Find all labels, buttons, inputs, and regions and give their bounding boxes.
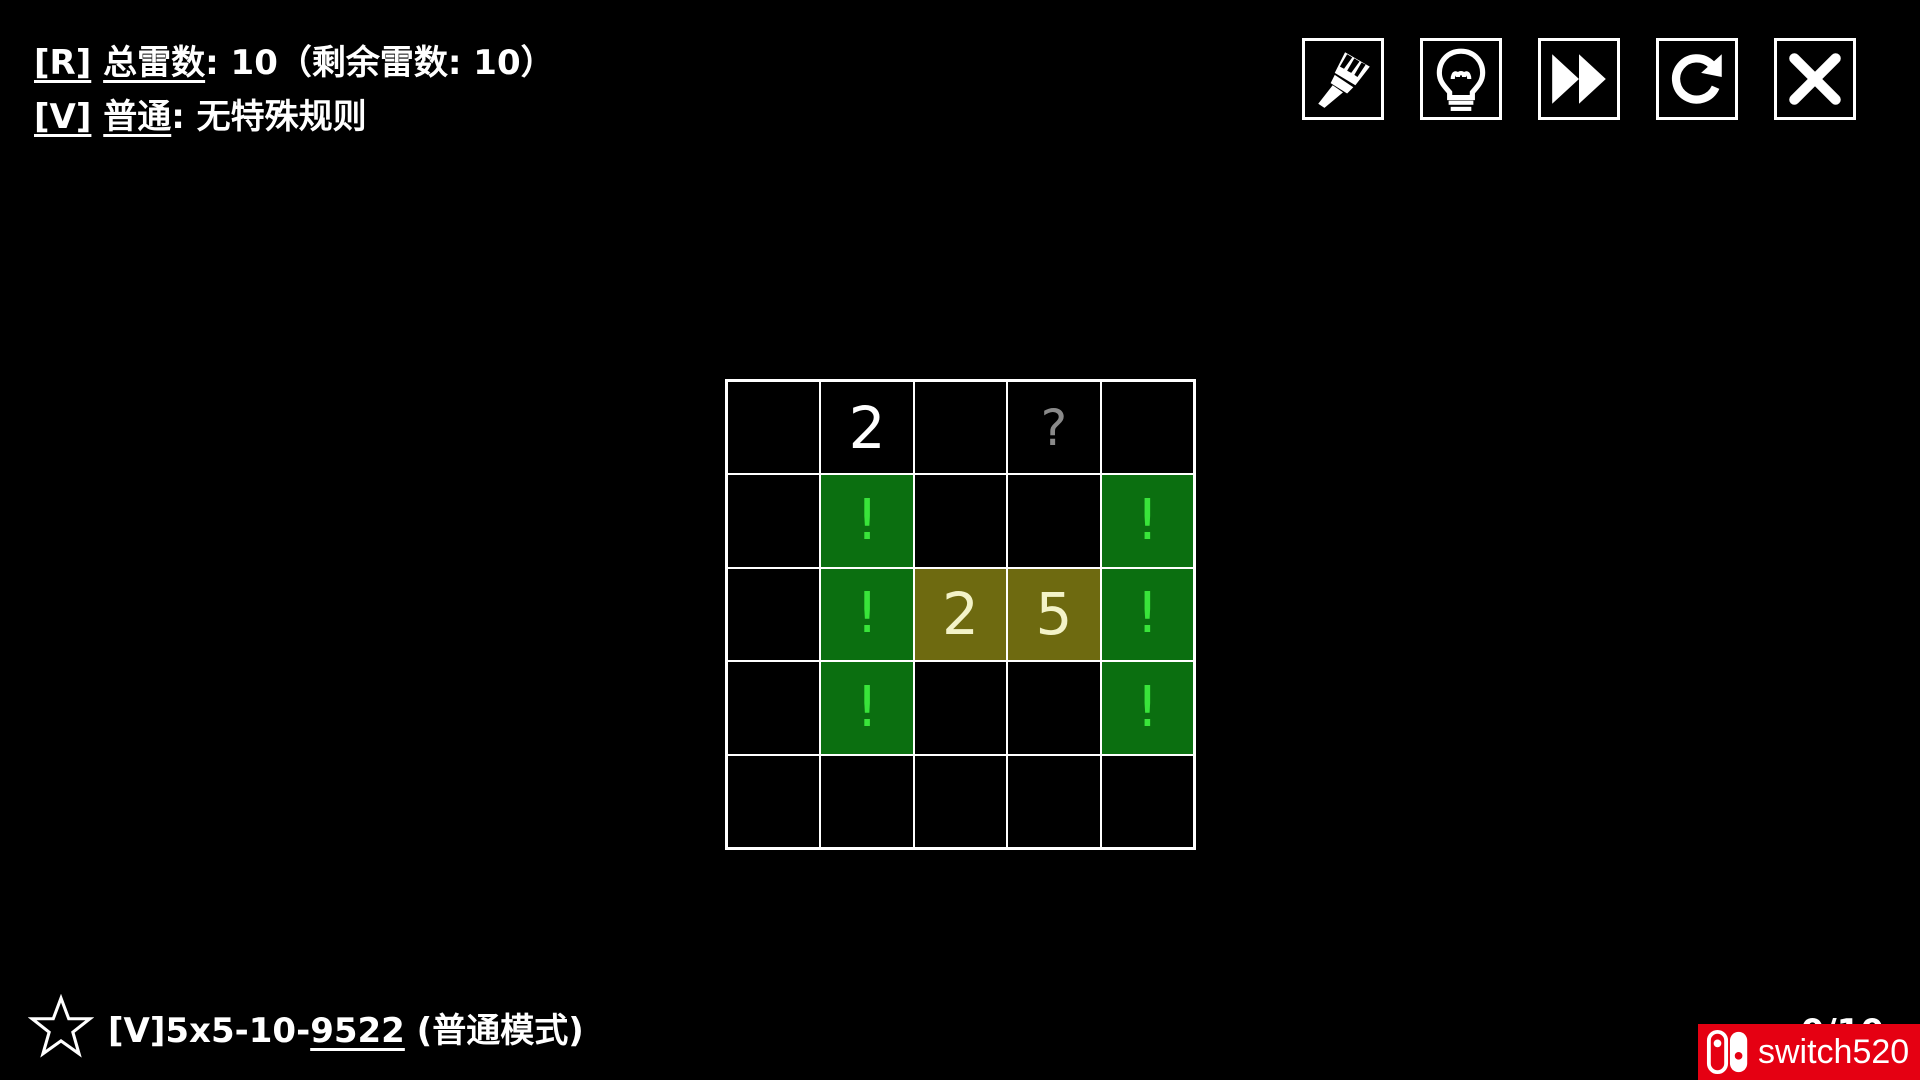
board-cell-1-4[interactable]: ! [1100, 474, 1194, 568]
board-cell-1-2[interactable] [913, 474, 1008, 568]
footer: [V]5x5-10-9522 (普通模式) [28, 994, 584, 1060]
board-cell-0-4[interactable] [1100, 381, 1194, 475]
board-cell-1-0[interactable] [727, 474, 821, 568]
watermark-logo: switch520 [1698, 1024, 1920, 1080]
minesweeper-board: 2?!!! 2 5!!! [725, 379, 1196, 850]
skip-button[interactable] [1538, 38, 1620, 120]
level-id[interactable]: 9522 [310, 1011, 405, 1051]
rule-line: [V] 普通: 无特殊规则 [34, 90, 555, 144]
board-cell-4-0[interactable] [727, 754, 821, 848]
level-name: [V]5x5-10-9522 (普通模式) [108, 1003, 584, 1052]
close-button[interactable] [1774, 38, 1856, 120]
console-icon [1706, 1029, 1748, 1075]
board-cell-2-2[interactable]: 2 [913, 567, 1008, 662]
close-icon [1789, 53, 1841, 105]
board-cell-3-1[interactable]: ! [820, 661, 914, 755]
board-cell-2-3[interactable]: 5 [1007, 567, 1101, 662]
mine-count-label: 总雷数 [103, 43, 206, 83]
board-cell-2-4[interactable]: ! [1100, 567, 1194, 662]
board-cell-4-3[interactable] [1007, 754, 1101, 848]
fast-forward-icon [1552, 54, 1606, 104]
rules-info: [R] 总雷数: 10（剩余雷数: 10） [V] 普通: 无特殊规则 [34, 36, 555, 144]
board-cell-1-1[interactable]: ! [820, 474, 914, 568]
hint-button[interactable] [1420, 38, 1502, 120]
toolbar [1302, 38, 1856, 120]
level-prefix: [V]5x5-10- [108, 1010, 311, 1051]
refresh-icon [1671, 54, 1722, 104]
board-cell-2-0[interactable] [727, 567, 821, 662]
board-cell-3-2[interactable] [913, 661, 1008, 755]
board-cell-2-1[interactable]: ! [820, 567, 914, 662]
board-cell-4-4[interactable] [1100, 754, 1194, 848]
favorite-star-icon[interactable] [28, 994, 94, 1060]
board-cell-0-1[interactable]: 2 [820, 381, 914, 475]
board-cell-0-0[interactable] [727, 381, 821, 475]
rule-key[interactable]: [V] [34, 97, 91, 137]
watermark-text: switch520 [1758, 1032, 1910, 1071]
board-cell-4-1[interactable] [820, 754, 914, 848]
board-cell-0-3[interactable]: ? [1007, 381, 1101, 475]
game-screen: [R] 总雷数: 10（剩余雷数: 10） [V] 普通: 无特殊规则 2 ? … [0, 0, 1920, 1080]
board-cell-3-4[interactable]: ! [1100, 661, 1194, 755]
brush-button[interactable] [1302, 38, 1384, 120]
brush-icon [1318, 52, 1370, 108]
rule-label: 普通 [103, 97, 172, 137]
level-mode: (普通模式) [404, 1010, 584, 1051]
board-cell-1-3[interactable] [1007, 474, 1101, 568]
mine-count-key[interactable]: [R] [34, 43, 91, 83]
board-cell-3-0[interactable] [727, 661, 821, 755]
board-cell-4-2[interactable] [913, 754, 1008, 848]
mine-count-text: : 10（剩余雷数: 10） [205, 43, 555, 83]
board-cell-0-2[interactable] [913, 381, 1008, 475]
board-cell-3-3[interactable] [1007, 661, 1101, 755]
mine-count-line: [R] 总雷数: 10（剩余雷数: 10） [34, 36, 555, 90]
lightbulb-icon [1436, 48, 1486, 111]
rule-text: : 无特殊规则 [171, 97, 367, 137]
restart-button[interactable] [1656, 38, 1738, 120]
